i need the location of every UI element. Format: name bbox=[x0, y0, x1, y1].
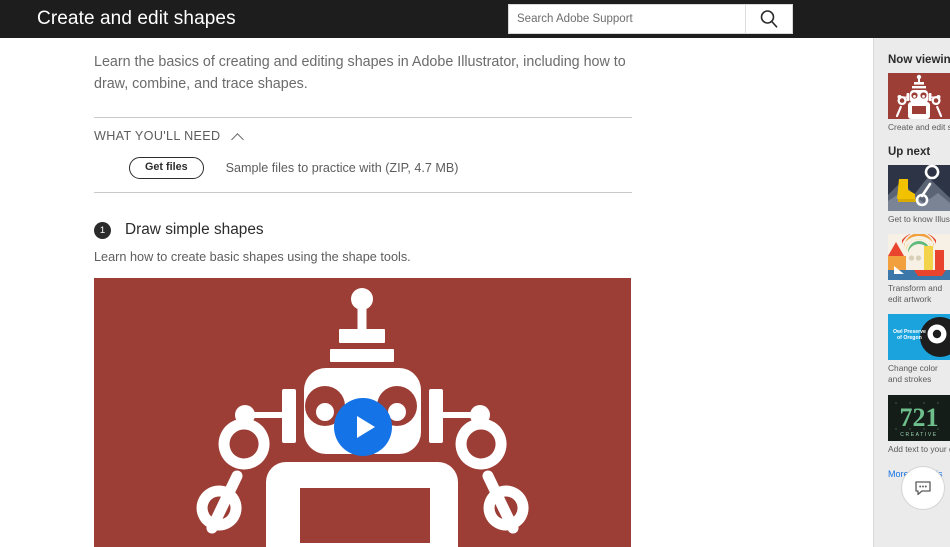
divider-bottom bbox=[94, 192, 632, 194]
search-input[interactable] bbox=[509, 5, 745, 33]
owl-thumb: Owl Preserve of Oregon bbox=[888, 314, 950, 361]
tutorial-content: Learn the basics of creating and editing… bbox=[94, 52, 632, 547]
step-heading: 1 Draw simple shapes bbox=[94, 221, 632, 239]
sidebar-label-up-next-3: Change color and strokes bbox=[888, 363, 938, 385]
sidebar-label-up-next-1: Get to know Illustr bbox=[888, 214, 950, 225]
step-number-badge: 1 bbox=[94, 221, 111, 239]
city-thumb bbox=[888, 234, 950, 281]
now-viewing-heading: Now viewing bbox=[888, 54, 950, 66]
get-files-button[interactable]: Get files bbox=[129, 157, 204, 180]
chat-button[interactable] bbox=[901, 466, 945, 510]
sidebar-label-now-viewing: Create and edit sha bbox=[888, 122, 950, 132]
owl-thumb-text-2: of Oregon bbox=[897, 335, 922, 341]
sidebar-thumb-now-viewing[interactable] bbox=[888, 73, 950, 119]
page-title: Create and edit shapes bbox=[37, 8, 236, 29]
sidebar-thumb-up-next-3[interactable]: Owl Preserve of Oregon bbox=[888, 314, 950, 361]
721-thumb: 721 CREATIVE bbox=[888, 394, 950, 441]
what-you-need-header[interactable]: WHAT YOU'LL NEED bbox=[94, 118, 632, 152]
chevron-up-icon[interactable] bbox=[232, 130, 245, 143]
721-thumb-text-2: CREATIVE bbox=[900, 432, 937, 438]
sidebar-label-up-next-2: Transform and edit artwork bbox=[888, 283, 943, 305]
video-player[interactable] bbox=[94, 278, 631, 547]
721-thumb-text-1: 721 bbox=[900, 403, 939, 432]
intro-paragraph: Learn the basics of creating and editing… bbox=[94, 54, 626, 92]
sidebar-thumb-up-next-1[interactable] bbox=[888, 165, 950, 212]
sidebar-label-up-next-4: Add text to your d bbox=[888, 443, 950, 454]
robot-thumb bbox=[888, 73, 950, 119]
boot-thumb bbox=[888, 165, 950, 212]
chat-bubble-icon bbox=[915, 481, 931, 496]
up-next-heading: Up next bbox=[888, 146, 931, 159]
tutorial-sidebar: Now viewing bbox=[873, 38, 950, 547]
what-you-need-label: WHAT YOU'LL NEED bbox=[94, 129, 221, 144]
app-header: Create and edit shapes bbox=[0, 0, 950, 38]
sidebar-thumb-up-next-2[interactable] bbox=[888, 234, 950, 281]
search-icon bbox=[760, 10, 778, 28]
files-description: Sample files to practice with (ZIP, 4.7 … bbox=[225, 161, 459, 176]
search-bar[interactable] bbox=[508, 4, 793, 34]
search-button[interactable] bbox=[745, 5, 792, 33]
sidebar-thumb-up-next-4[interactable]: 721 CREATIVE bbox=[888, 394, 950, 441]
play-button[interactable] bbox=[333, 398, 392, 457]
step-description: Learn how to create basic shapes using t… bbox=[94, 250, 411, 265]
main-content-area: Learn the basics of creating and editing… bbox=[0, 38, 873, 547]
step-title: Draw simple shapes bbox=[125, 221, 264, 239]
play-icon bbox=[356, 416, 375, 439]
get-files-row: Get files Sample files to practice with … bbox=[94, 152, 632, 190]
